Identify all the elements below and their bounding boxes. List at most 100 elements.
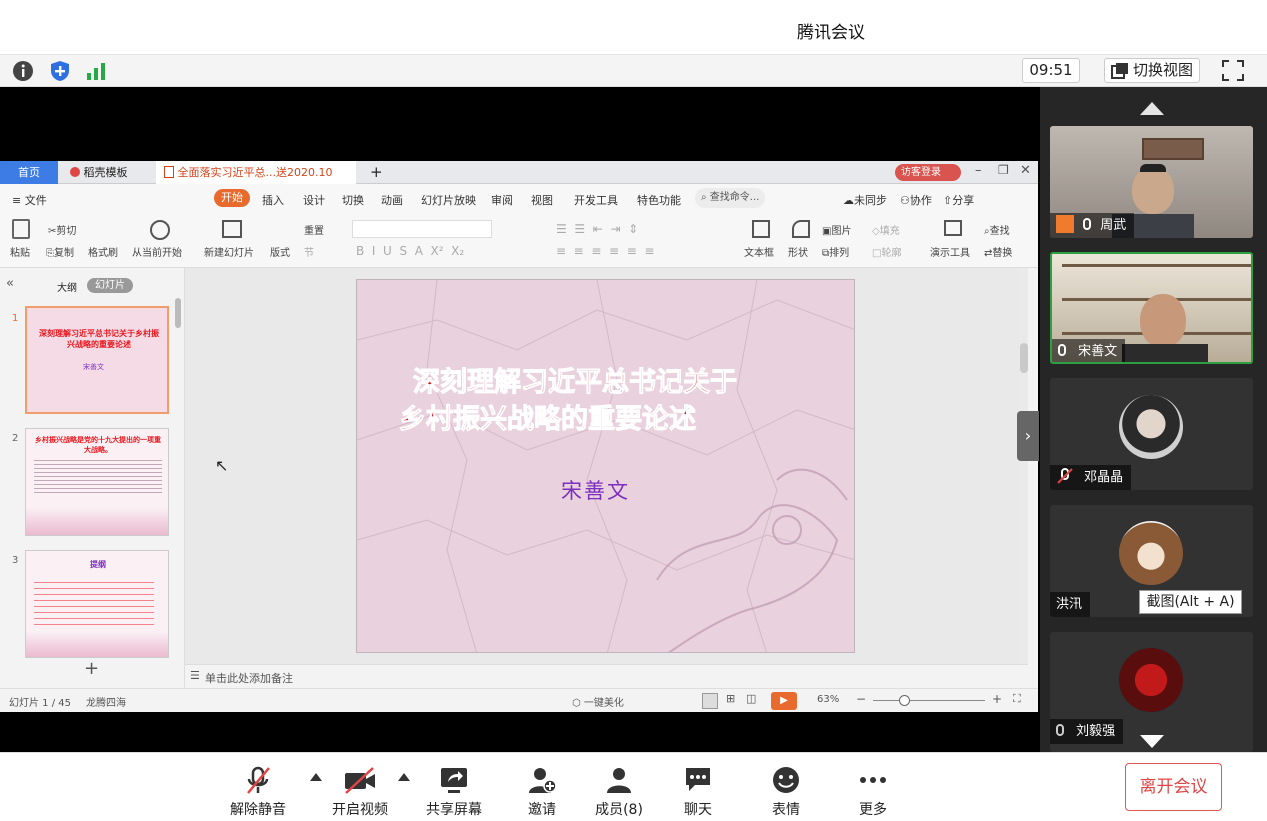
more-button[interactable]: 更多 bbox=[833, 765, 913, 819]
zoom-slider[interactable] bbox=[873, 700, 985, 701]
tab-templates[interactable]: 稻壳模板 bbox=[62, 161, 154, 184]
participant-tile-2[interactable]: 宋善文 bbox=[1050, 252, 1253, 364]
sorter-view-icon[interactable]: ⊞ bbox=[726, 692, 735, 705]
invite-button[interactable]: 邀请 bbox=[502, 765, 582, 819]
menu-insert[interactable]: 插入 bbox=[262, 192, 284, 208]
mic-muted-icon bbox=[1057, 468, 1073, 484]
menu-features[interactable]: 特色功能 bbox=[637, 192, 681, 208]
shield-icon[interactable] bbox=[48, 59, 72, 83]
paste-button[interactable]: 粘贴 bbox=[10, 244, 30, 259]
mic-icon bbox=[1083, 218, 1092, 230]
zoom-slider-handle[interactable] bbox=[899, 695, 910, 706]
members-button[interactable]: 成员(8) bbox=[579, 765, 659, 819]
fill-button[interactable]: ◇填充 bbox=[872, 222, 900, 237]
add-slide-icon[interactable]: + bbox=[84, 658, 99, 679]
share-screen-button[interactable]: 共享屏幕 bbox=[414, 765, 494, 819]
normal-view-icon[interactable] bbox=[702, 693, 718, 709]
from-current-button[interactable]: 从当前开始 bbox=[132, 244, 182, 259]
participant-tile-3[interactable]: 邓晶晶 bbox=[1050, 378, 1253, 490]
textbox-icon bbox=[752, 220, 770, 238]
switch-view-icon bbox=[1111, 63, 1128, 79]
emoji-button[interactable]: 表情 bbox=[746, 765, 826, 819]
font-format-icons: B I U S A X² X₂ bbox=[356, 244, 465, 258]
restore-icon[interactable]: ❐ bbox=[998, 163, 1009, 177]
signal-icon[interactable] bbox=[84, 59, 108, 83]
sync-status[interactable]: ☁未同步 bbox=[843, 192, 887, 208]
picture-button[interactable]: ▣图片 bbox=[822, 222, 851, 237]
scroll-up-icon[interactable] bbox=[1140, 102, 1164, 115]
copy-button[interactable]: ⎘复制 bbox=[46, 244, 74, 259]
members-icon bbox=[607, 768, 631, 793]
find-button[interactable]: ⌕查找 bbox=[984, 222, 1010, 237]
menu-slideshow[interactable]: 幻灯片放映 bbox=[421, 192, 476, 208]
notes-hint: 单击此处添加备注 bbox=[205, 672, 293, 685]
slide-thumbnail-2[interactable]: 乡村振兴战略是党的十九大提出的一项重大战略。 bbox=[25, 428, 169, 536]
command-search[interactable]: ⌕ 查找命令... bbox=[695, 188, 765, 208]
replace-button[interactable]: ⇄替换 bbox=[984, 244, 1012, 259]
share-button[interactable]: ⇧分享 bbox=[943, 192, 974, 208]
font-name-field[interactable] bbox=[352, 220, 492, 238]
current-slide[interactable]: 深刻理解习近平总书记关于 乡村振兴战略的重要论述 宋善文 bbox=[356, 279, 855, 653]
unmute-button[interactable]: 解除静音 bbox=[218, 765, 298, 819]
zoom-in-icon[interactable]: + bbox=[992, 692, 1002, 706]
zoom-out-icon[interactable]: − bbox=[856, 692, 866, 706]
slide-thumbnail-1[interactable]: 深刻理解习近平总书记关于乡村振兴战略的重要论述 宋善文 bbox=[25, 306, 169, 414]
outline-button[interactable]: □轮廓 bbox=[872, 244, 901, 259]
fit-window-icon[interactable]: ⛶ bbox=[1013, 692, 1021, 706]
menu-review[interactable]: 审阅 bbox=[491, 192, 513, 208]
canvas-scrollbar[interactable] bbox=[1020, 268, 1028, 664]
textbox-button[interactable]: 文本框 bbox=[744, 244, 774, 259]
arrange-button[interactable]: ⧉排列 bbox=[822, 244, 849, 259]
video-options-caret-icon[interactable] bbox=[398, 773, 410, 781]
minimize-icon[interactable]: – bbox=[975, 163, 982, 178]
presentation-tools-button[interactable]: 演示工具 bbox=[930, 244, 970, 259]
new-tab-button[interactable]: + bbox=[362, 161, 386, 184]
menu-switch[interactable]: 切换 bbox=[342, 192, 364, 208]
shape-button[interactable]: 形状 bbox=[788, 244, 808, 259]
mic-muted-icon bbox=[247, 766, 270, 794]
guest-login-button[interactable]: 访客登录 bbox=[895, 164, 961, 181]
outline-tab[interactable]: 大纲 bbox=[57, 279, 77, 294]
menu-view[interactable]: 视图 bbox=[531, 192, 553, 208]
fullscreen-icon[interactable] bbox=[1220, 58, 1246, 83]
replace-label: 替换 bbox=[992, 248, 1013, 259]
share-label: 分享 bbox=[952, 194, 975, 207]
tab-home[interactable]: 首页 bbox=[0, 161, 58, 184]
collab-button[interactable]: ⚇协作 bbox=[900, 192, 932, 208]
chat-button[interactable]: 聊天 bbox=[658, 765, 738, 819]
layout-button[interactable]: 版式 bbox=[270, 244, 290, 259]
slide-thumbnail-3[interactable]: 提纲 bbox=[25, 550, 169, 658]
switch-view-button[interactable]: 切换视图 bbox=[1104, 58, 1200, 83]
scroll-down-icon[interactable] bbox=[1140, 735, 1164, 748]
switch-view-label: 切换视图 bbox=[1133, 61, 1194, 79]
start-video-button[interactable]: 开启视频 bbox=[320, 765, 400, 819]
section-button[interactable]: 节 bbox=[304, 244, 314, 259]
reset-button[interactable]: 重置 bbox=[304, 222, 324, 237]
beautify-button[interactable]: ⬡ 一键美化 bbox=[572, 694, 624, 709]
new-slide-button[interactable]: 新建幻灯片 bbox=[204, 244, 254, 259]
expand-panel-arrow-icon[interactable]: › bbox=[1017, 411, 1039, 461]
tab-document[interactable]: 全面落实习近平总...送2020.10 bbox=[156, 161, 356, 184]
menu-file[interactable]: ≡ 文件 bbox=[12, 192, 47, 208]
picture-label: 图片 bbox=[831, 226, 852, 237]
info-icon[interactable] bbox=[11, 59, 35, 83]
reading-view-icon[interactable]: ◫ bbox=[746, 692, 756, 705]
close-icon[interactable]: ✕ bbox=[1020, 163, 1031, 178]
participant-tile-1[interactable]: 周武 bbox=[1050, 126, 1253, 238]
participant-name-chip: 刘毅强 bbox=[1050, 719, 1124, 744]
cut-button[interactable]: ✂剪切 bbox=[48, 222, 76, 237]
slides-tab[interactable]: 幻灯片 bbox=[87, 278, 133, 293]
menu-animation[interactable]: 动画 bbox=[381, 192, 403, 208]
menu-start[interactable]: 开始 bbox=[214, 189, 250, 207]
participant-tile-5[interactable]: 刘毅强 bbox=[1050, 632, 1253, 752]
share-screen-label: 共享屏幕 bbox=[426, 802, 482, 818]
play-slideshow-icon[interactable]: ▶ bbox=[771, 692, 797, 710]
notes-area[interactable]: ☰ 单击此处添加备注 bbox=[185, 664, 1028, 688]
menu-design[interactable]: 设计 bbox=[303, 192, 325, 208]
mic-icon bbox=[1056, 724, 1064, 736]
format-painter-button[interactable]: 格式刷 bbox=[88, 244, 118, 259]
menu-devtools[interactable]: 开发工具 bbox=[574, 192, 618, 208]
leave-meeting-button[interactable]: 离开会议 bbox=[1125, 763, 1222, 811]
collapse-panel-icon[interactable]: « bbox=[6, 276, 14, 291]
thumbs-scrollbar[interactable] bbox=[175, 298, 181, 328]
